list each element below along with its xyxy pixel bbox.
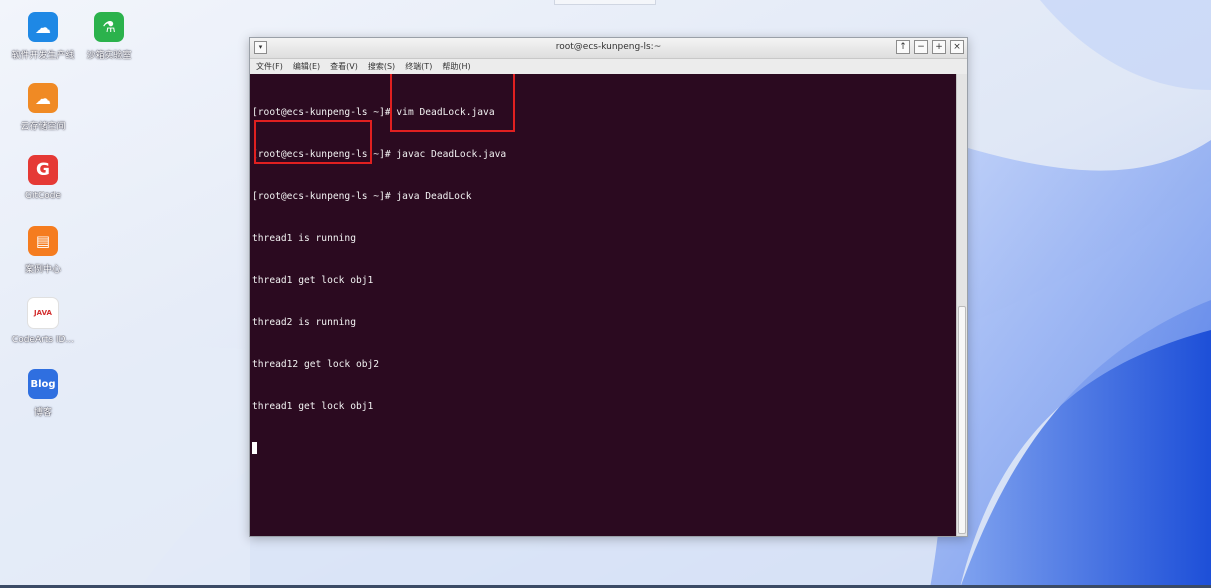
menu-file[interactable]: 文件(F) [256,61,283,72]
menu-terminal[interactable]: 终端(T) [405,61,432,72]
window-controls: ↑ − + × [896,40,964,54]
terminal-cursor-line [252,442,506,456]
desktop-icon-label: 案例中心 [24,265,61,275]
terminal-line: thread1 is running [252,233,356,244]
desktop-icon-gitcode[interactable]: G GitCode [8,155,78,201]
desktop-icon-lab[interactable]: ⚗ 沙箱实验室 [74,12,144,61]
desktop-icon-label: 沙箱实验室 [86,51,132,61]
menu-help[interactable]: 帮助(H) [442,61,470,72]
terminal-line: thread1 get lock obj1 [252,401,374,412]
desktop-icon-case-center[interactable]: ▤ 案例中心 [8,226,78,275]
terminal-window[interactable]: ▾ root@ecs-kunpeng-ls:~ ↑ − + × 文件(F) 编辑… [249,37,968,537]
desktop-icon-devops[interactable]: ☁ 软件开发生产线 [8,12,78,61]
shade-up-button[interactable]: ↑ [896,40,910,54]
desktop-icon-label: GitCode [24,191,62,201]
menu-bar: 文件(F) 编辑(E) 查看(V) 搜索(S) 终端(T) 帮助(H) [250,59,967,74]
terminal-line: thread2 is running [252,317,356,328]
window-titlebar[interactable]: ▾ root@ecs-kunpeng-ls:~ ↑ − + × [250,38,967,59]
cloud-storage-icon: ☁ [28,83,58,113]
desktop-icon-codearts[interactable]: JAVA CodeArts ID... [8,297,78,345]
annotation-box-output [254,120,372,164]
maximize-button[interactable]: + [932,40,946,54]
desktop-icon-cloud-storage[interactable]: ☁ 云存储空间 [8,83,78,132]
menu-edit[interactable]: 编辑(E) [293,61,320,72]
case-center-icon: ▤ [28,226,58,256]
terminal-line: thread12 get lock obj2 [252,359,380,370]
terminal-line: thread1 get lock obj1 [252,275,374,286]
gitcode-icon: G [28,155,58,185]
desktop-icon-label: 云存储空间 [20,122,66,132]
menu-search[interactable]: 搜索(S) [368,61,395,72]
top-panel-tab [554,0,656,5]
text-cursor [252,442,257,454]
annotation-box-commands [390,74,515,132]
menu-view[interactable]: 查看(V) [330,61,358,72]
desktop-icon-label: 博客 [33,408,52,418]
lab-flask-icon: ⚗ [94,12,124,42]
terminal-line: [root@ecs-kunpeng-ls ~]# java DeadLock [252,191,472,202]
desktop-icon-blog[interactable]: Blog 博客 [8,369,78,418]
desktop-icon-label: CodeArts ID... [11,335,75,345]
blog-icon: Blog [28,369,58,399]
java-icon: JAVA [27,297,59,329]
terminal-output[interactable]: [root@ecs-kunpeng-ls ~]# vim DeadLock.ja… [250,74,956,536]
scrollbar-thumb[interactable] [958,306,966,534]
window-title: root@ecs-kunpeng-ls:~ [555,42,662,52]
close-button[interactable]: × [950,40,964,54]
desktop-icon-label: 软件开发生产线 [11,51,75,61]
cloud-devops-icon: ☁ [28,12,58,42]
terminal-scrollbar[interactable] [956,74,967,536]
minimize-button[interactable]: − [914,40,928,54]
